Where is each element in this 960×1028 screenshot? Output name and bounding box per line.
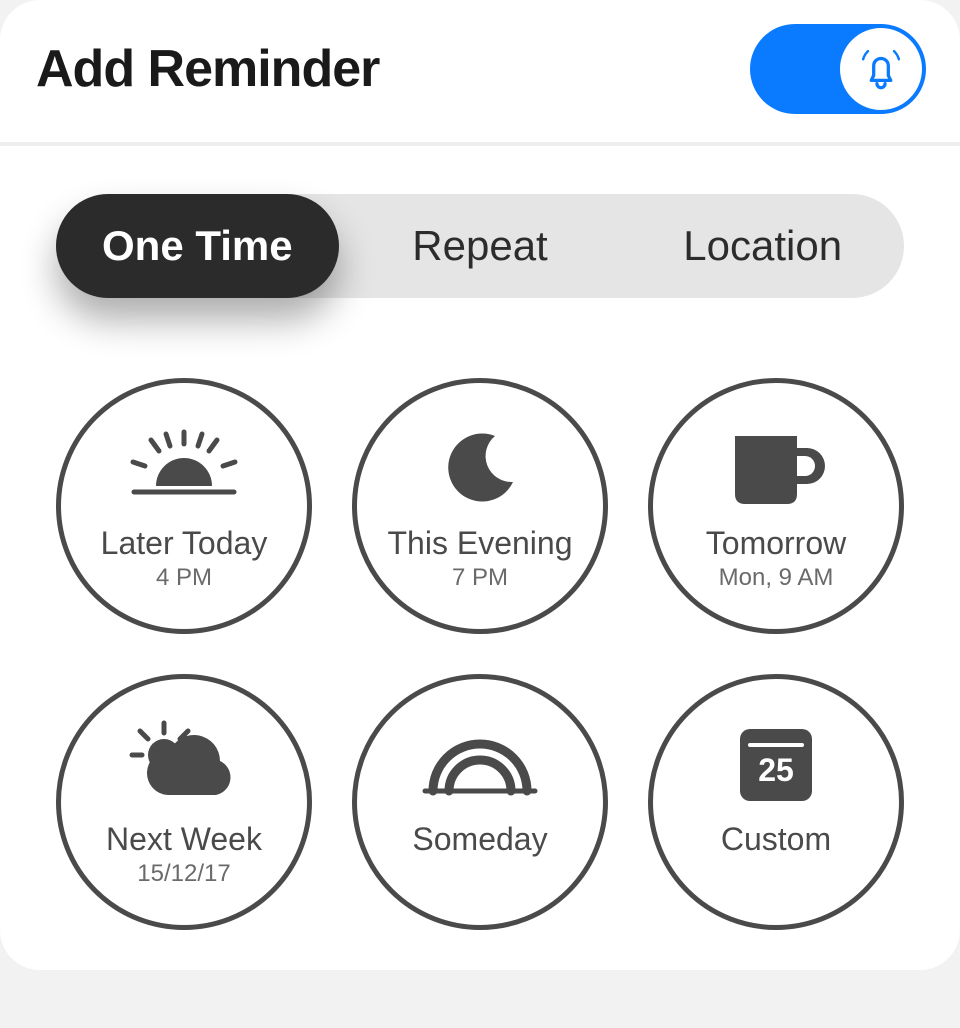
calendar-icon: 25 xyxy=(734,717,818,813)
option-this-evening-label: This Evening xyxy=(388,525,573,562)
option-this-evening[interactable]: This Evening 7 PM xyxy=(352,378,608,634)
option-custom[interactable]: 25 Custom xyxy=(648,674,904,930)
alert-toggle[interactable] xyxy=(750,24,924,114)
tab-location-label: Location xyxy=(683,222,842,270)
header: Add Reminder xyxy=(0,0,960,146)
alert-toggle-knob xyxy=(836,24,926,114)
mode-tabs: One Time Repeat Location xyxy=(0,146,960,298)
option-tomorrow-sub: Mon, 9 AM xyxy=(719,564,834,592)
option-later-today-label: Later Today xyxy=(101,525,268,562)
sun-cloud-icon xyxy=(124,717,244,813)
mug-icon xyxy=(721,421,831,517)
tab-location[interactable]: Location xyxy=(621,194,904,298)
option-next-week[interactable]: Next Week 15/12/17 xyxy=(56,674,312,930)
page-title: Add Reminder xyxy=(36,39,379,99)
tab-one-time[interactable]: One Time xyxy=(56,194,339,298)
time-options-grid: Later Today 4 PM This Evening 7 PM T xyxy=(0,298,960,930)
option-later-today-sub: 4 PM xyxy=(156,564,212,592)
segmented-control: One Time Repeat Location xyxy=(56,194,904,298)
moon-icon xyxy=(435,421,525,517)
bell-icon xyxy=(855,43,907,95)
option-tomorrow[interactable]: Tomorrow Mon, 9 AM xyxy=(648,378,904,634)
tab-one-time-label: One Time xyxy=(102,222,293,270)
option-someday-label: Someday xyxy=(412,821,547,858)
sunrise-icon xyxy=(119,421,249,517)
option-later-today[interactable]: Later Today 4 PM xyxy=(56,378,312,634)
option-tomorrow-label: Tomorrow xyxy=(706,525,846,562)
calendar-day-text: 25 xyxy=(758,752,794,788)
option-this-evening-sub: 7 PM xyxy=(452,564,508,592)
add-reminder-card: Add Reminder One Time Repeat Loca xyxy=(0,0,960,970)
tab-repeat-label: Repeat xyxy=(412,222,547,270)
option-custom-label: Custom xyxy=(721,821,831,858)
option-next-week-label: Next Week xyxy=(106,821,262,858)
option-someday[interactable]: Someday xyxy=(352,674,608,930)
option-next-week-sub: 15/12/17 xyxy=(137,860,230,888)
rainbow-icon xyxy=(415,717,545,813)
tab-repeat[interactable]: Repeat xyxy=(339,194,622,298)
